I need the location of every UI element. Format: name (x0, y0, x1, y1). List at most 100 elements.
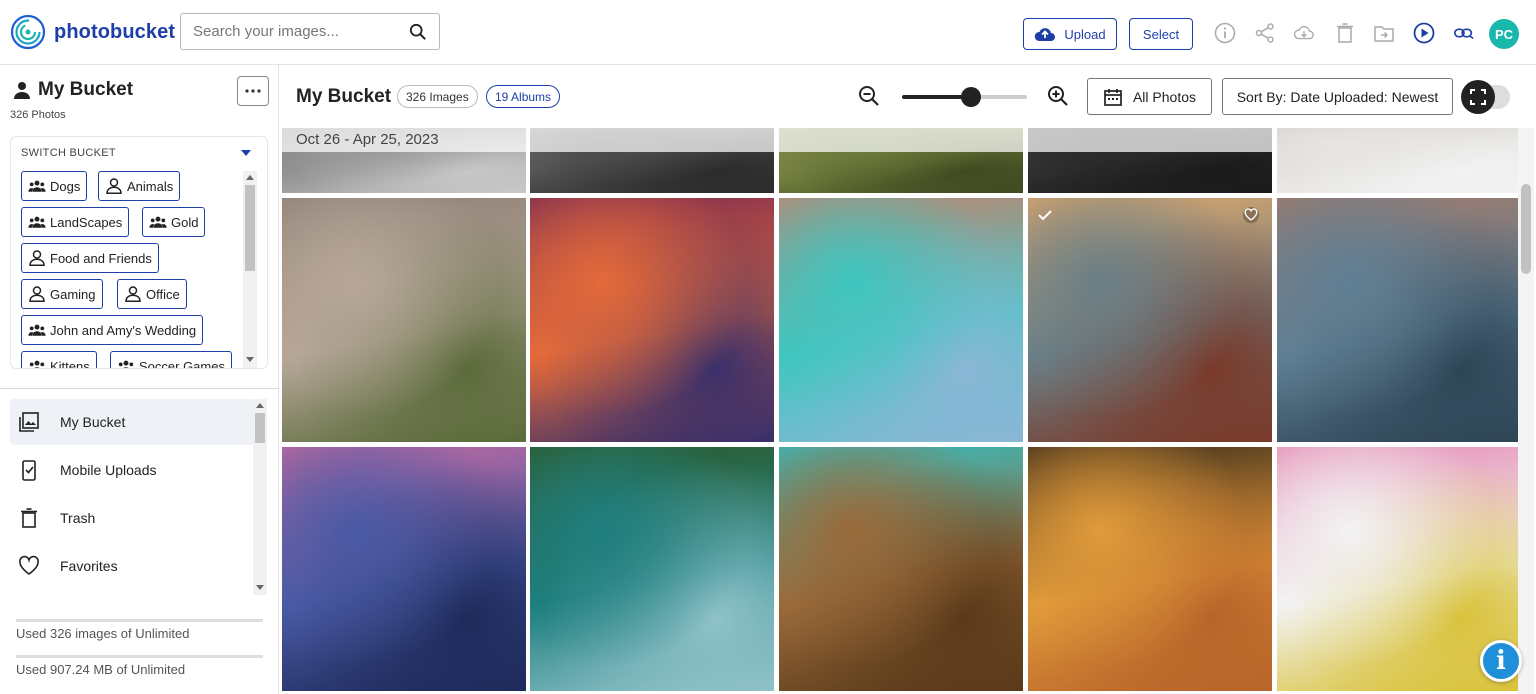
bucket-chip[interactable]: Food and Friends (21, 243, 159, 273)
sidebar: My Bucket 326 Photos SWITCH BUCKET Dogs A… (0, 65, 279, 694)
bucket-chip[interactable]: Dogs (21, 171, 88, 201)
person-icon (28, 250, 46, 266)
search-input[interactable] (193, 23, 409, 40)
select-check-icon[interactable] (1036, 206, 1054, 224)
sort-label: Sort By: Date Uploaded: Newest (1236, 88, 1439, 105)
sidebar-item-label: Favorites (60, 558, 118, 574)
bucket-chip-label: John and Amy's Wedding (50, 322, 197, 338)
sidebar-item-trash[interactable]: Trash (10, 495, 254, 541)
favorite-heart-icon[interactable] (1242, 206, 1260, 224)
zoom-slider-handle[interactable] (960, 87, 981, 107)
all-photos-label: All Photos (1132, 88, 1197, 105)
trash-icon[interactable] (1333, 21, 1357, 45)
fullscreen-toggle[interactable] (1461, 80, 1495, 114)
photo-thumbnail-pizza-venice-table[interactable] (1028, 198, 1272, 442)
photo-thumbnail-sunset-splash-person[interactable] (1028, 447, 1272, 691)
group-icon (28, 214, 46, 230)
scroll-down-arrow[interactable] (256, 585, 264, 590)
photo-thumbnail-white-wall-partial[interactable] (1277, 128, 1520, 193)
cloud-upload-icon (1035, 28, 1056, 41)
date-range-header: Oct 26 - Apr 25, 2023 (282, 128, 1277, 152)
photo-thumbnail-burano-canal-sunset[interactable] (530, 198, 774, 442)
photo-grid (282, 128, 1520, 694)
photo-count: 326 Photos (10, 109, 66, 121)
bucket-chip-label: Office (146, 286, 180, 302)
bucket-chip-label: Dogs (50, 178, 81, 194)
info-icon[interactable] (1213, 21, 1237, 45)
photo-thumbnail-venice-canal-boat[interactable] (779, 198, 1023, 442)
share-icon[interactable] (1253, 21, 1277, 45)
photo-thumbnail-venice-grand-canal[interactable] (1277, 198, 1520, 442)
bucket-chip[interactable]: Gaming (21, 279, 103, 309)
bucket-chip-label: Soccer Games (139, 358, 225, 369)
move-to-album-icon[interactable] (1372, 21, 1396, 45)
bucket-chip-label: Food and Friends (50, 250, 152, 266)
more-dots-icon (245, 89, 261, 93)
bucket-header: My Bucket (12, 79, 133, 101)
storage-usage-text: Used 907.24 MB of Unlimited (16, 662, 186, 677)
top-bar: photobucket Upload Select PC (0, 0, 1536, 65)
bucket-chip[interactable]: LandScapes (21, 207, 130, 237)
nav-scrollbar[interactable] (253, 399, 267, 595)
photo-thumbnail-rock-arch-beach[interactable] (779, 447, 1023, 691)
bucket-chip[interactable]: Gold (142, 207, 206, 237)
trash-icon (18, 507, 40, 529)
photobucket-logo[interactable]: photobucket (10, 13, 180, 51)
scroll-up-arrow[interactable] (246, 175, 254, 180)
bucket-list-scrollbar[interactable] (243, 171, 257, 368)
logo-swirl-icon (10, 14, 46, 50)
divider (0, 388, 279, 389)
group-icon (28, 322, 46, 338)
group-icon (149, 214, 167, 230)
sidebar-item-favorites[interactable]: Favorites (10, 543, 254, 589)
bucket-chip[interactable]: Kittens (21, 351, 97, 369)
heart-icon (18, 555, 40, 577)
bucket-chip[interactable]: Soccer Games (110, 351, 232, 369)
sidebar-item-my-bucket[interactable]: My Bucket (10, 399, 254, 445)
photo-thumbnail-lake-kayak-forest[interactable] (530, 447, 774, 691)
person-icon (28, 286, 46, 302)
albums-count-badge[interactable]: 19 Albums (486, 85, 561, 108)
main-content: My Bucket 326 Images 19 Albums All Photo… (280, 65, 1536, 694)
mobile-upload-icon (18, 459, 40, 481)
scroll-down-arrow[interactable] (246, 357, 254, 362)
images-count-badge[interactable]: 326 Images (397, 85, 478, 108)
link-icon[interactable] (1452, 21, 1476, 45)
upload-label: Upload (1064, 26, 1106, 42)
search-icon[interactable] (409, 23, 427, 41)
scroll-up-arrow[interactable] (256, 403, 264, 408)
bucket-chip[interactable]: Office (117, 279, 187, 309)
help-info-button[interactable]: i (1480, 640, 1522, 682)
fullscreen-icon (1470, 89, 1486, 105)
bucket-chip[interactable]: John and Amy's Wedding (21, 315, 204, 345)
person-icon (124, 286, 142, 302)
calendar-icon (1104, 88, 1122, 106)
all-photos-button[interactable]: All Photos (1087, 78, 1212, 115)
chevron-down-icon[interactable] (241, 150, 251, 156)
bucket-chip[interactable]: Animals (98, 171, 181, 201)
photo-thumbnail-seagull[interactable] (282, 198, 526, 442)
more-options-button[interactable] (237, 76, 269, 106)
zoom-slider[interactable] (902, 87, 1027, 107)
download-icon[interactable] (1292, 21, 1316, 45)
avatar[interactable]: PC (1489, 19, 1519, 49)
bucket-chip-label: Gaming (50, 286, 96, 302)
group-icon (117, 358, 135, 368)
main-scrollbar[interactable] (1518, 128, 1534, 694)
zoom-in-icon[interactable] (1047, 85, 1069, 107)
search-box[interactable] (180, 13, 440, 50)
bucket-chip-label: Kittens (50, 358, 90, 369)
sort-dropdown[interactable]: Sort By: Date Uploaded: Newest (1222, 78, 1453, 115)
upload-button[interactable]: Upload (1023, 18, 1117, 50)
sidebar-item-mobile-uploads[interactable]: Mobile Uploads (10, 447, 254, 493)
select-label: Select (1142, 26, 1180, 42)
scroll-thumb[interactable] (245, 185, 255, 271)
photo-thumbnail-sea-dusk-purple[interactable] (282, 447, 526, 691)
bucket-title: My Bucket (38, 79, 134, 100)
scroll-thumb[interactable] (1521, 184, 1531, 274)
sidebar-item-label: Trash (60, 510, 96, 526)
select-button[interactable]: Select (1129, 18, 1193, 50)
slideshow-icon[interactable] (1412, 21, 1436, 45)
scroll-thumb[interactable] (255, 413, 265, 443)
zoom-out-icon[interactable] (858, 85, 880, 107)
